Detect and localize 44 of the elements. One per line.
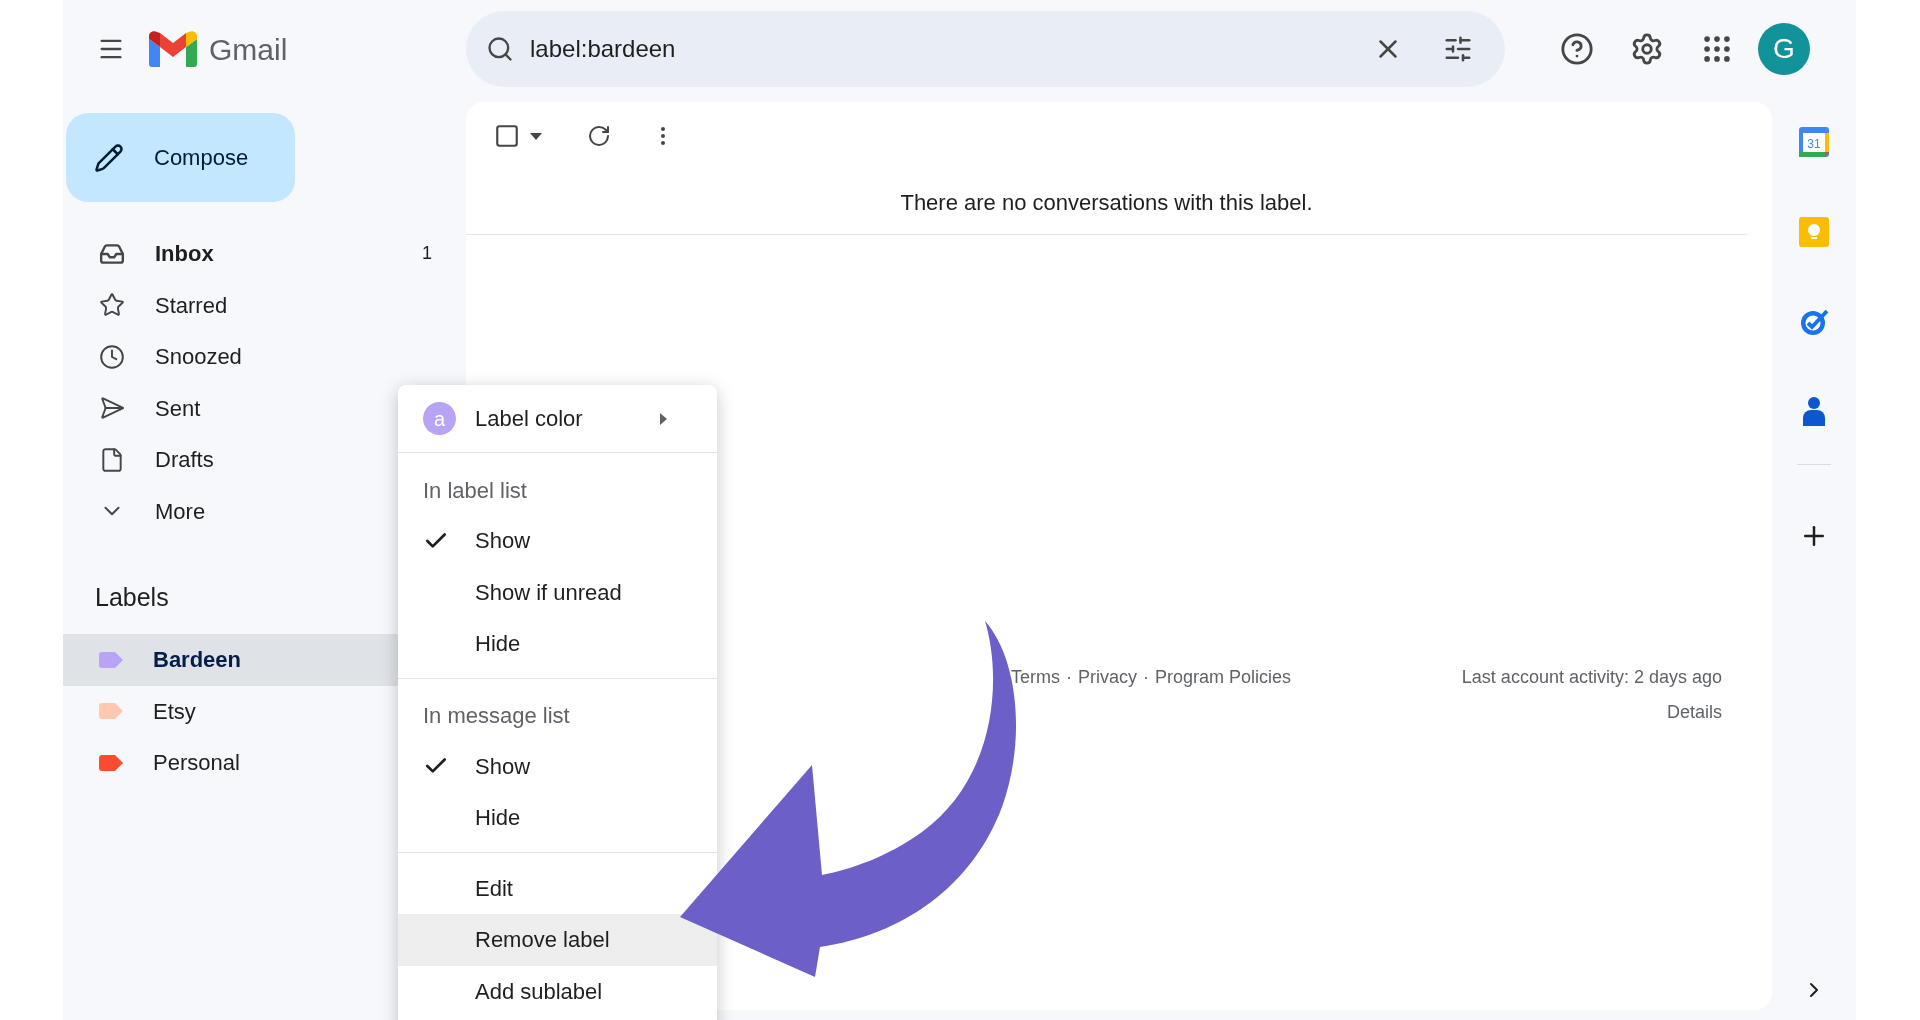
refresh-icon[interactable] [587,124,611,148]
link-separator: · [1143,666,1149,689]
footer-link[interactable]: Terms [1011,664,1060,691]
empty-message: There are no conversations with this label. [900,188,1313,217]
footer-link[interactable]: Privacy [1078,664,1137,691]
person-icon[interactable] [1801,396,1827,426]
menu-action[interactable]: Edit [398,862,533,914]
search-icon [486,35,514,63]
account-activity: Last account activity: 2 days ago [1461,666,1722,689]
select-checkbox[interactable] [494,123,520,149]
menu-option[interactable]: Show if unread [398,566,717,618]
compose-button[interactable]: Compose [66,113,295,202]
file-icon [99,446,125,473]
menu-action[interactable]: Remove label [398,914,717,966]
details-link[interactable]: Details [1666,699,1722,726]
label-color-item[interactable]: a Label color [398,393,717,444]
account-avatar[interactable]: G [1758,23,1810,75]
calendar-icon[interactable]: 31 [1798,126,1830,158]
color-swatch: a [423,402,456,435]
submenu-arrow-icon [660,412,667,425]
menu-section-heading: In label list [422,476,528,505]
search-options-icon[interactable] [1443,34,1473,64]
clock-icon [99,343,125,370]
menu-action[interactable]: Add sublabel [398,965,623,1017]
nav-item[interactable]: Starred [63,279,466,331]
nav-item[interactable]: Snoozed [63,331,466,383]
menu-section-heading: In message list [422,702,571,730]
search-input[interactable]: label:bardeen [530,31,1373,67]
logo-icon [149,31,197,67]
menu-option[interactable]: Show [398,515,717,567]
search-field[interactable]: label:bardeen [466,11,1505,87]
star-icon [99,292,125,319]
unread-count: 1 [422,242,432,266]
settings-icon[interactable] [1630,32,1664,66]
pencil-icon [94,142,124,173]
caret-icon[interactable] [530,132,542,140]
labels-heading: Labels [95,582,170,614]
help-icon[interactable] [1560,32,1594,66]
menu-option[interactable]: Hide [398,792,717,844]
app-name: Gmail [209,31,288,68]
send-icon [99,395,125,422]
link-separator: · [1066,666,1072,689]
footer-link[interactable]: Program Policies [1155,664,1292,691]
nav-item[interactable]: Inbox 1 [63,228,466,280]
